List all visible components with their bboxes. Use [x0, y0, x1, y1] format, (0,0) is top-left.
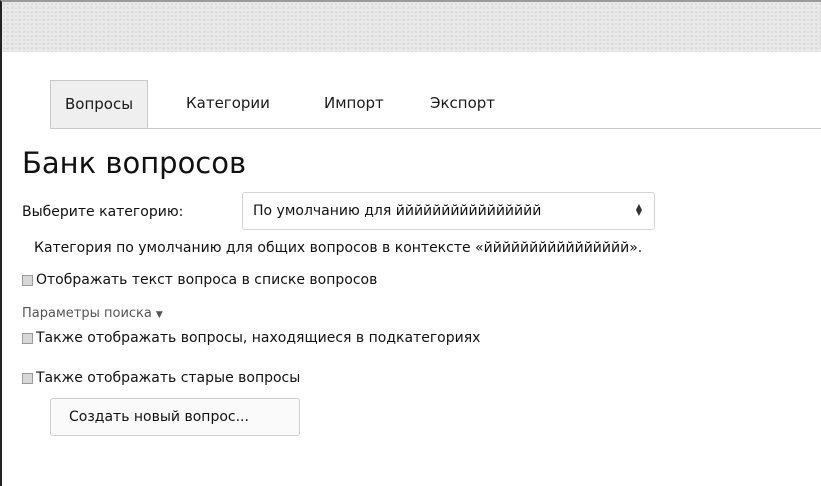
checkbox-box[interactable]: [22, 274, 33, 286]
search-params-toggle[interactable]: Параметры поиска ▼: [22, 306, 163, 321]
updown-arrows-icon: ▲ ▼: [635, 202, 642, 217]
category-label: Выберите категорию:: [22, 204, 184, 220]
tab-categories[interactable]: Категории: [186, 80, 270, 127]
checkbox-box[interactable]: [22, 372, 33, 384]
header-band: [2, 2, 821, 52]
show-subcategories-label: Также отображать вопросы, находящиеся в …: [36, 330, 481, 346]
show-subcategories-checkbox[interactable]: Также отображать вопросы, находящиеся в …: [22, 330, 480, 346]
show-old-questions-checkbox[interactable]: Также отображать старые вопросы: [22, 370, 300, 386]
category-select-value: По умолчанию для йййййййййййййййй: [253, 203, 542, 219]
tab-export[interactable]: Экспорт: [430, 80, 495, 127]
category-select[interactable]: По умолчанию для йййййййййййййййй ▲ ▼: [242, 192, 655, 230]
show-old-questions-label: Также отображать старые вопросы: [36, 370, 301, 386]
show-question-text-label: Отображать текст вопроса в списке вопрос…: [36, 272, 378, 288]
page-title: Банк вопросов: [22, 146, 247, 180]
tab-bar: Вопросы Категории Импорт Экспорт: [50, 80, 821, 129]
show-question-text-checkbox[interactable]: Отображать текст вопроса в списке вопрос…: [22, 272, 377, 288]
search-params-label: Параметры поиска: [22, 306, 152, 321]
create-question-button[interactable]: Создать новый вопрос...: [50, 398, 300, 436]
category-description: Категория по умолчанию для общих вопросо…: [34, 240, 643, 256]
tab-questions[interactable]: Вопросы: [50, 80, 149, 128]
tab-import[interactable]: Импорт: [324, 80, 384, 127]
chevron-down-icon: ▼: [155, 310, 163, 320]
checkbox-box[interactable]: [22, 332, 33, 344]
